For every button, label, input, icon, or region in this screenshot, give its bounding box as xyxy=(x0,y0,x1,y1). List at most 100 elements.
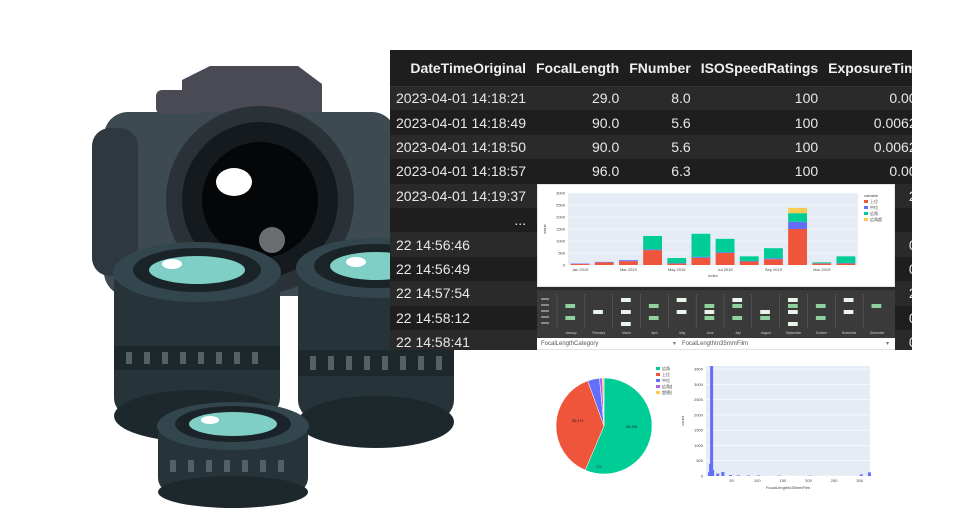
histogram-svg: 0 500 1000 1500 2000 2500 3000 3500 count 50 100 15… xyxy=(680,366,871,490)
histogram-bar xyxy=(859,474,863,476)
x-tick-label: 200 xyxy=(805,478,812,483)
bar-segment xyxy=(788,229,808,265)
legend-swatch xyxy=(864,218,868,221)
legend-swatch xyxy=(656,367,660,370)
row-label-stub xyxy=(541,316,549,318)
chevron-down-icon[interactable]: ▾ xyxy=(673,340,676,347)
table-cell: 2023-04-01 14:18:49 xyxy=(390,110,530,135)
x-tick-label: 50 xyxy=(729,478,734,483)
dropdown-bar: FocalLengthCategory ▾ FocalLengthIn35mmF… xyxy=(537,338,895,350)
bar-segment xyxy=(643,250,663,265)
table-cell: 2023-04-01 14:18:21 xyxy=(390,86,530,111)
bar-chart-svg: 0 500 1000 1500 2000 2500 3000 value Jan 2019 Mar… xyxy=(542,191,882,279)
heat-cell xyxy=(732,304,743,308)
table-cell: 5.6 xyxy=(623,134,695,160)
chevron-down-icon[interactable]: ▾ xyxy=(886,340,889,347)
legend-swatch xyxy=(864,200,868,203)
bar-segment xyxy=(570,264,590,265)
bar-segment xyxy=(788,213,808,222)
month-label: January xyxy=(565,331,577,335)
heat-cell xyxy=(565,316,576,320)
month-label: November xyxy=(842,331,858,335)
table-cell: 6.3 xyxy=(623,159,695,184)
y-tick-label: 500 xyxy=(696,458,703,463)
x-tick-label: Jan 2019 xyxy=(572,267,589,272)
x-axis-label: index xyxy=(708,273,718,278)
bar-segment xyxy=(715,238,735,253)
x-tick-label: 250 xyxy=(831,478,838,483)
heat-cell xyxy=(565,304,576,308)
column-header: ISOSpeedRatings xyxy=(694,50,823,87)
column-header: ExposureTime xyxy=(822,50,912,87)
pie-percent-label: 56.4% xyxy=(626,424,638,429)
heat-cell xyxy=(843,310,854,314)
table-cell: ... xyxy=(390,207,530,233)
histogram-bar xyxy=(721,472,725,476)
bar-segment xyxy=(618,261,638,265)
y-axis-label: count xyxy=(680,415,685,426)
x-tick-label: Sep 2019 xyxy=(765,267,783,272)
heat-cell xyxy=(788,322,798,326)
monthly-stacked-bar-chart: 0 500 1000 1500 2000 2500 3000 value Jan 2019 Mar… xyxy=(537,184,895,287)
focal-length-35mm-select[interactable]: FocalLengthIn35mmFilm xyxy=(682,341,748,347)
bar-segment xyxy=(788,221,808,229)
bar-segment xyxy=(739,261,759,265)
y-tick-label: 3000 xyxy=(556,191,566,196)
heat-cell xyxy=(815,316,826,320)
table-cell: 100 xyxy=(694,86,823,111)
bar-segment xyxy=(691,256,711,258)
histogram-bar xyxy=(736,475,740,476)
legend-swatch xyxy=(656,391,660,394)
table-cell: 90.0 xyxy=(530,110,624,135)
heat-cell xyxy=(788,310,798,314)
bar-segment xyxy=(763,258,783,260)
month-label: April xyxy=(651,331,658,335)
bar-segment xyxy=(715,252,735,253)
heat-cell xyxy=(648,304,659,308)
table-cell: 22 14:57:54 xyxy=(390,281,530,306)
legend-label: 中位 xyxy=(870,204,878,210)
heat-cell xyxy=(676,298,687,302)
y-tick-label: 1000 xyxy=(556,239,566,244)
focal-length-category-select[interactable]: FocalLengthCategory xyxy=(541,341,598,347)
pie-chart-svg: 56.4%38.1%4%広角上位中位広角超超望遠 xyxy=(555,365,674,475)
bar-segment xyxy=(763,248,783,259)
table-cell: 29.0 xyxy=(530,86,624,111)
y-tick-label: 2500 xyxy=(556,203,566,208)
table-cell: 0.005 xyxy=(822,159,912,184)
bar-segment xyxy=(643,249,663,251)
heat-cell xyxy=(760,310,770,314)
heat-strip-svg: January February March April May June July Augu… xyxy=(541,294,885,335)
month-label: August xyxy=(761,331,771,335)
y-tick-label: 1500 xyxy=(556,227,566,232)
month-label: June xyxy=(707,331,714,335)
heat-cell xyxy=(788,298,798,302)
x-tick-label: Jul 2019 xyxy=(718,267,734,272)
bar-segment xyxy=(812,263,832,265)
heat-cell xyxy=(621,298,631,302)
table-row: 2023-04-01 14:18:5090.05.61000.00625 xyxy=(390,134,912,160)
heat-cell xyxy=(732,316,743,320)
histogram-bar xyxy=(710,366,714,476)
table-row: 2023-04-01 14:18:5796.06.31000.005 xyxy=(390,159,912,184)
y-tick-label: 2000 xyxy=(556,215,566,220)
table-cell: 5.6 xyxy=(623,110,695,135)
bar-segment xyxy=(643,235,663,250)
legend-title: variable xyxy=(864,193,879,198)
heat-cell xyxy=(648,316,659,320)
table-cell: 100 xyxy=(694,134,823,160)
month-label: May xyxy=(679,331,685,335)
x-tick-label: Nov 2019 xyxy=(813,267,831,272)
focal-length-pie-chart: 56.4% 38.1% 4% 広角 上位 中位 広角超 超望遠 xyxy=(552,358,692,488)
table-cell: 2023-04-01 14:19:37 xyxy=(390,183,530,208)
table-header-row: DateTimeOriginal FocalLength FNumber ISOSpe… xyxy=(390,50,912,87)
column-header: FocalLength xyxy=(530,50,624,87)
bar-segment xyxy=(836,256,856,264)
bar-segment xyxy=(788,207,808,214)
table-cell: 0.00625 xyxy=(822,110,912,135)
column-header: DateTimeOriginal xyxy=(390,50,530,87)
month-label: July xyxy=(735,331,741,335)
month-label: October xyxy=(816,331,828,335)
table-cell: 96.0 xyxy=(530,159,624,184)
legend-label: 広角 xyxy=(870,210,878,216)
